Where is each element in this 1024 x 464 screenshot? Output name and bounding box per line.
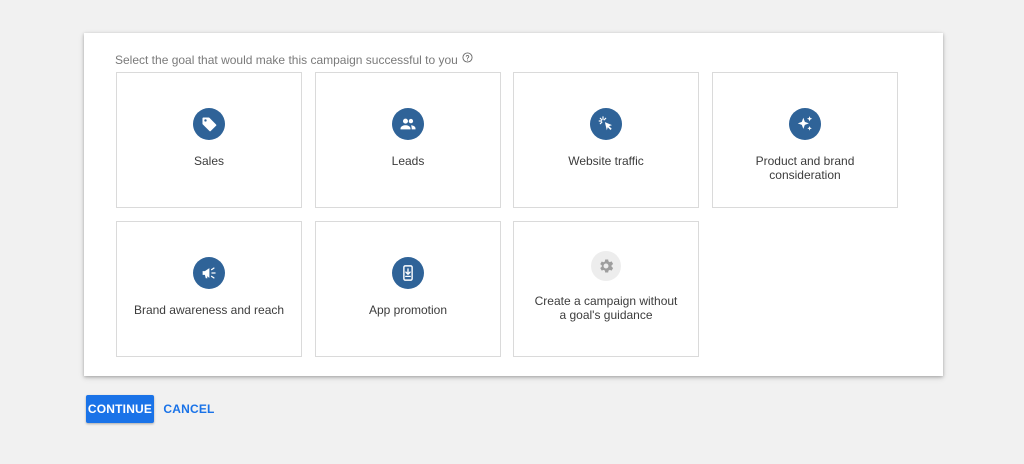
- help-circle-icon[interactable]: [462, 51, 474, 63]
- goal-tile-sales[interactable]: Sales: [116, 72, 302, 208]
- goal-label: App promotion: [368, 303, 448, 317]
- mobile-download-icon: [392, 257, 424, 289]
- goal-label: Create a campaign without a goal's guida…: [534, 294, 678, 322]
- goal-tile-no-goal[interactable]: Create a campaign without a goal's guida…: [513, 221, 699, 357]
- continue-button[interactable]: CONTINUE: [86, 395, 154, 423]
- goal-grid: Sales Leads Website traffic Product and …: [116, 72, 900, 357]
- goal-prompt: Select the goal that would make this cam…: [115, 51, 474, 67]
- goal-selection-card: Select the goal that would make this cam…: [84, 33, 943, 376]
- goal-tile-app-promotion[interactable]: App promotion: [315, 221, 501, 357]
- goal-prompt-text: Select the goal that would make this cam…: [115, 53, 458, 67]
- cancel-button[interactable]: CANCEL: [160, 395, 218, 423]
- sparkle-icon: [789, 108, 821, 140]
- goal-tile-website-traffic[interactable]: Website traffic: [513, 72, 699, 208]
- cursor-click-icon: [590, 108, 622, 140]
- goal-label: Brand awareness and reach: [133, 303, 285, 317]
- goal-label: Website traffic: [568, 154, 644, 168]
- goal-label: Product and brand consideration: [755, 154, 855, 182]
- goal-tile-brand-awareness[interactable]: Brand awareness and reach: [116, 221, 302, 357]
- goal-tile-leads[interactable]: Leads: [315, 72, 501, 208]
- goal-label: Sales: [193, 154, 225, 168]
- goal-tile-product-brand-consideration[interactable]: Product and brand consideration: [712, 72, 898, 208]
- people-icon: [392, 108, 424, 140]
- megaphone-icon: [193, 257, 225, 289]
- goal-label: Leads: [391, 154, 425, 168]
- tag-icon: [193, 108, 225, 140]
- gear-icon: [591, 251, 621, 281]
